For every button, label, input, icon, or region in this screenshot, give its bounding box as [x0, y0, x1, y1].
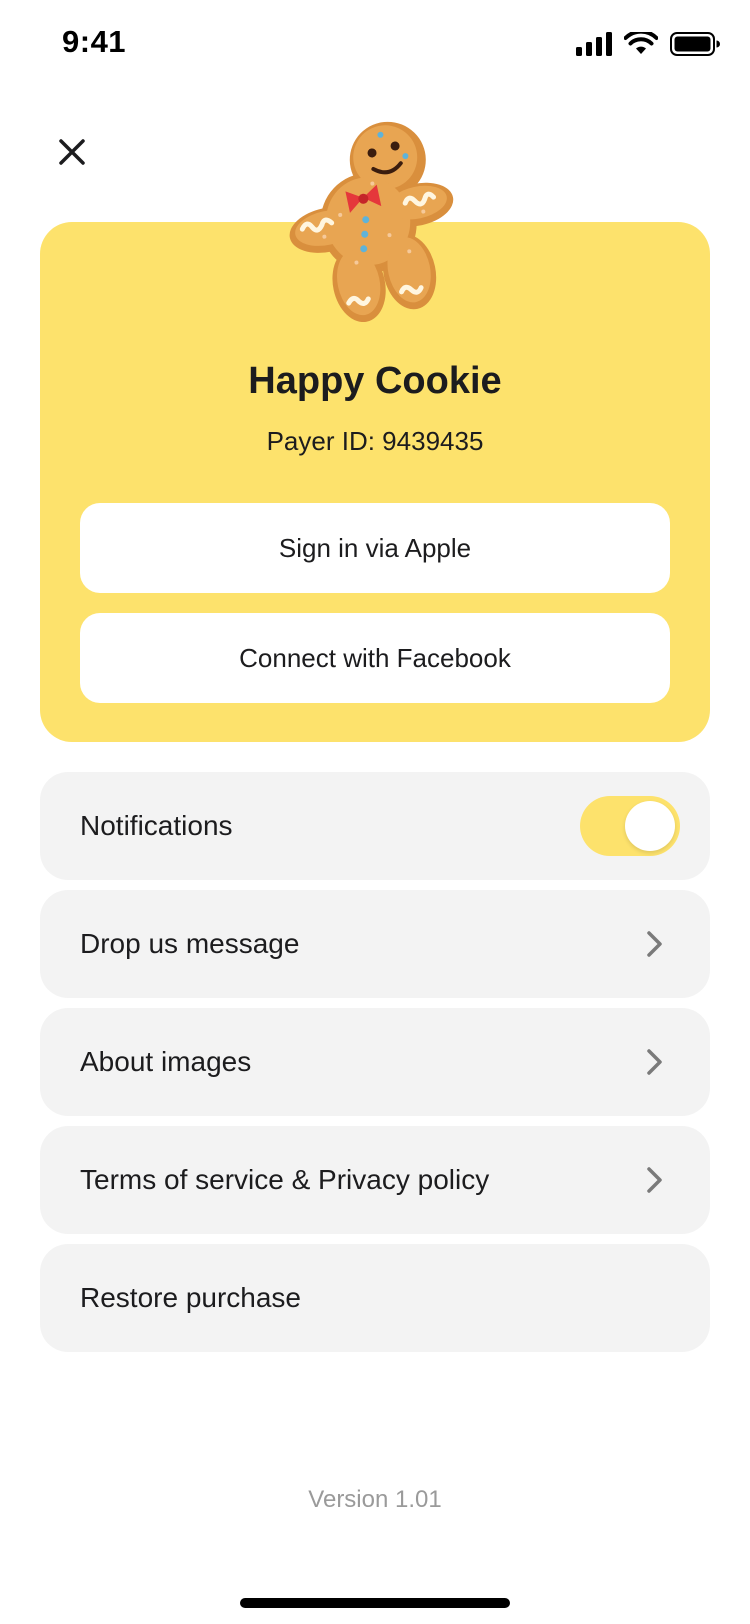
close-icon	[59, 139, 85, 165]
terms-privacy-label: Terms of service & Privacy policy	[80, 1164, 490, 1195]
chevron-right-icon	[647, 931, 662, 957]
version-text: Version 1.01	[308, 1486, 442, 1513]
drop-us-message-label: Drop us message	[80, 928, 300, 959]
payer-id: Payer ID: 9439435	[266, 426, 484, 456]
wifi-icon	[624, 32, 658, 54]
chevron-right-icon	[647, 1167, 662, 1193]
notifications-row: Notifications	[40, 772, 710, 880]
status-icons	[576, 32, 720, 56]
home-indicator[interactable]	[240, 1598, 510, 1608]
drop-us-message-row[interactable]: Drop us message	[40, 890, 710, 998]
restore-purchase-label: Restore purchase	[80, 1282, 302, 1313]
cellular-signal-icon	[576, 32, 612, 56]
chevron-right-icon	[647, 1049, 662, 1075]
notifications-toggle[interactable]	[580, 796, 680, 856]
status-time: 9:41	[62, 24, 127, 59]
battery-icon	[670, 32, 720, 56]
profile-name: Happy Cookie	[248, 360, 502, 402]
close-button[interactable]	[52, 132, 92, 172]
terms-privacy-row[interactable]: Terms of service & Privacy policy	[40, 1126, 710, 1234]
about-images-row[interactable]: About images	[40, 1008, 710, 1116]
gingerbread-cookie-avatar	[289, 121, 454, 322]
restore-purchase-row[interactable]: Restore purchase	[40, 1244, 710, 1352]
notifications-label: Notifications	[80, 810, 233, 841]
toggle-knob	[625, 801, 675, 851]
sign-in-apple-button[interactable]: Sign in via Apple	[80, 503, 670, 593]
connect-facebook-button[interactable]: Connect with Facebook	[80, 613, 670, 703]
status-bar: 9:41	[0, 0, 750, 96]
about-images-label: About images	[80, 1046, 252, 1077]
